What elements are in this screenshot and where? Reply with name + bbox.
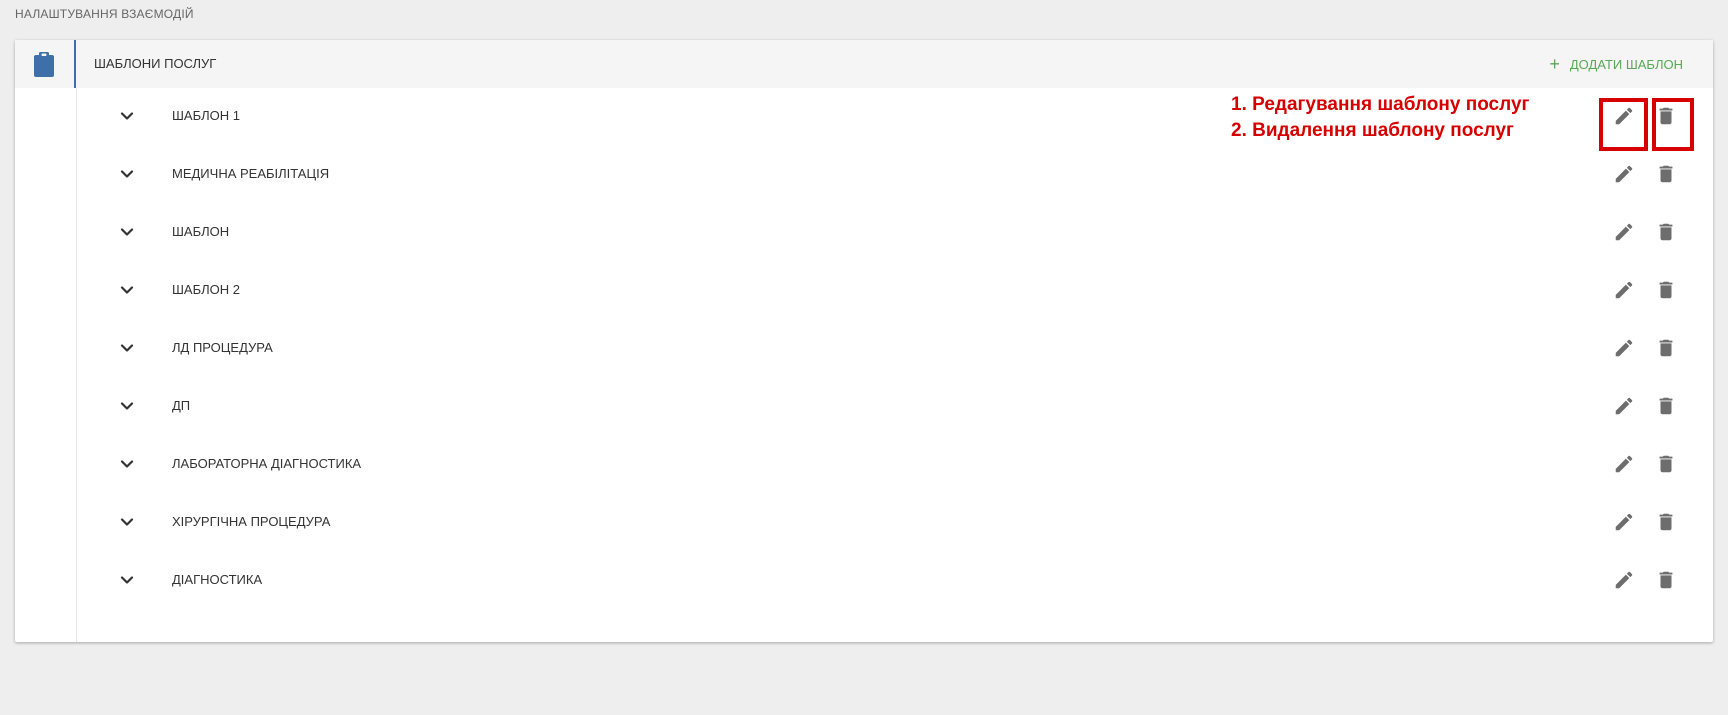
- chevron-down-icon[interactable]: [119, 340, 135, 356]
- header-divider: [74, 40, 76, 88]
- trash-icon[interactable]: [1655, 337, 1677, 359]
- template-row: ЛД ПРОЦЕДУРА: [77, 320, 1713, 378]
- chevron-down-icon[interactable]: [119, 514, 135, 530]
- pencil-icon[interactable]: [1613, 163, 1635, 185]
- template-name: МЕДИЧНА РЕАБІЛІТАЦІЯ: [172, 166, 330, 181]
- template-row: ШАБЛОН 2: [77, 262, 1713, 320]
- pencil-icon[interactable]: [1613, 511, 1635, 533]
- template-row: ЛАБОРАТОРНА ДІАГНОСТИКА: [77, 436, 1713, 494]
- add-template-label: ДОДАТИ ШАБЛОН: [1569, 56, 1683, 72]
- template-name: ШАБЛОН 2: [172, 282, 240, 297]
- template-row: ХІРУРГІЧНА ПРОЦЕДУРА: [77, 494, 1713, 552]
- pencil-icon[interactable]: [1613, 395, 1635, 417]
- template-name: ШАБЛОН 1: [172, 108, 240, 123]
- page-section-title: НАЛАШТУВАННЯ ВЗАЄМОДІЙ: [15, 7, 194, 21]
- template-row: ДП: [77, 378, 1713, 436]
- plus-icon: +: [1549, 54, 1560, 74]
- add-template-button[interactable]: + ДОДАТИ ШАБЛОН: [1549, 52, 1683, 76]
- template-list: ШАБЛОН 1 МЕДИЧНА РЕАБІЛІТАЦІЯ ШАБЛОН ШАБЛОН…: [77, 88, 1713, 610]
- pencil-icon[interactable]: [1613, 279, 1635, 301]
- clipboard-icon: [34, 52, 54, 77]
- trash-icon[interactable]: [1655, 395, 1677, 417]
- edit-highlight-box: [1599, 98, 1648, 151]
- chevron-down-icon[interactable]: [119, 108, 135, 124]
- template-name: ЛД ПРОЦЕДУРА: [172, 340, 273, 355]
- chevron-down-icon[interactable]: [119, 224, 135, 240]
- template-row: ДІАГНОСТИКА: [77, 552, 1713, 610]
- card-header: ШАБЛОНИ ПОСЛУГ + ДОДАТИ ШАБЛОН: [15, 40, 1713, 88]
- trash-icon[interactable]: [1655, 221, 1677, 243]
- template-name: ДІАГНОСТИКА: [172, 572, 263, 587]
- pencil-icon[interactable]: [1613, 569, 1635, 591]
- template-name: ДП: [172, 398, 191, 413]
- trash-icon[interactable]: [1655, 163, 1677, 185]
- trash-icon[interactable]: [1655, 279, 1677, 301]
- trash-icon[interactable]: [1655, 569, 1677, 591]
- annotation-line-1: 1. Редагування шаблону послуг: [1231, 94, 1530, 115]
- trash-icon[interactable]: [1655, 511, 1677, 533]
- template-row: ШАБЛОН: [77, 204, 1713, 262]
- delete-highlight-box: [1652, 98, 1694, 151]
- card-title: ШАБЛОНИ ПОСЛУГ: [94, 56, 217, 71]
- chevron-down-icon[interactable]: [119, 282, 135, 298]
- template-row: МЕДИЧНА РЕАБІЛІТАЦІЯ: [77, 146, 1713, 204]
- template-name: ЛАБОРАТОРНА ДІАГНОСТИКА: [172, 456, 362, 471]
- chevron-down-icon[interactable]: [119, 166, 135, 182]
- pencil-icon[interactable]: [1613, 337, 1635, 359]
- pencil-icon[interactable]: [1613, 453, 1635, 475]
- pencil-icon[interactable]: [1613, 221, 1635, 243]
- annotation-line-2: 2. Видалення шаблону послуг: [1231, 120, 1514, 141]
- chevron-down-icon[interactable]: [119, 572, 135, 588]
- template-name: ХІРУРГІЧНА ПРОЦЕДУРА: [172, 514, 331, 529]
- chevron-down-icon[interactable]: [119, 456, 135, 472]
- template-name: ШАБЛОН: [172, 224, 230, 239]
- chevron-down-icon[interactable]: [119, 398, 135, 414]
- trash-icon[interactable]: [1655, 453, 1677, 475]
- annotation-text: 1. Редагування шаблону послуг 2. Видален…: [1231, 92, 1529, 144]
